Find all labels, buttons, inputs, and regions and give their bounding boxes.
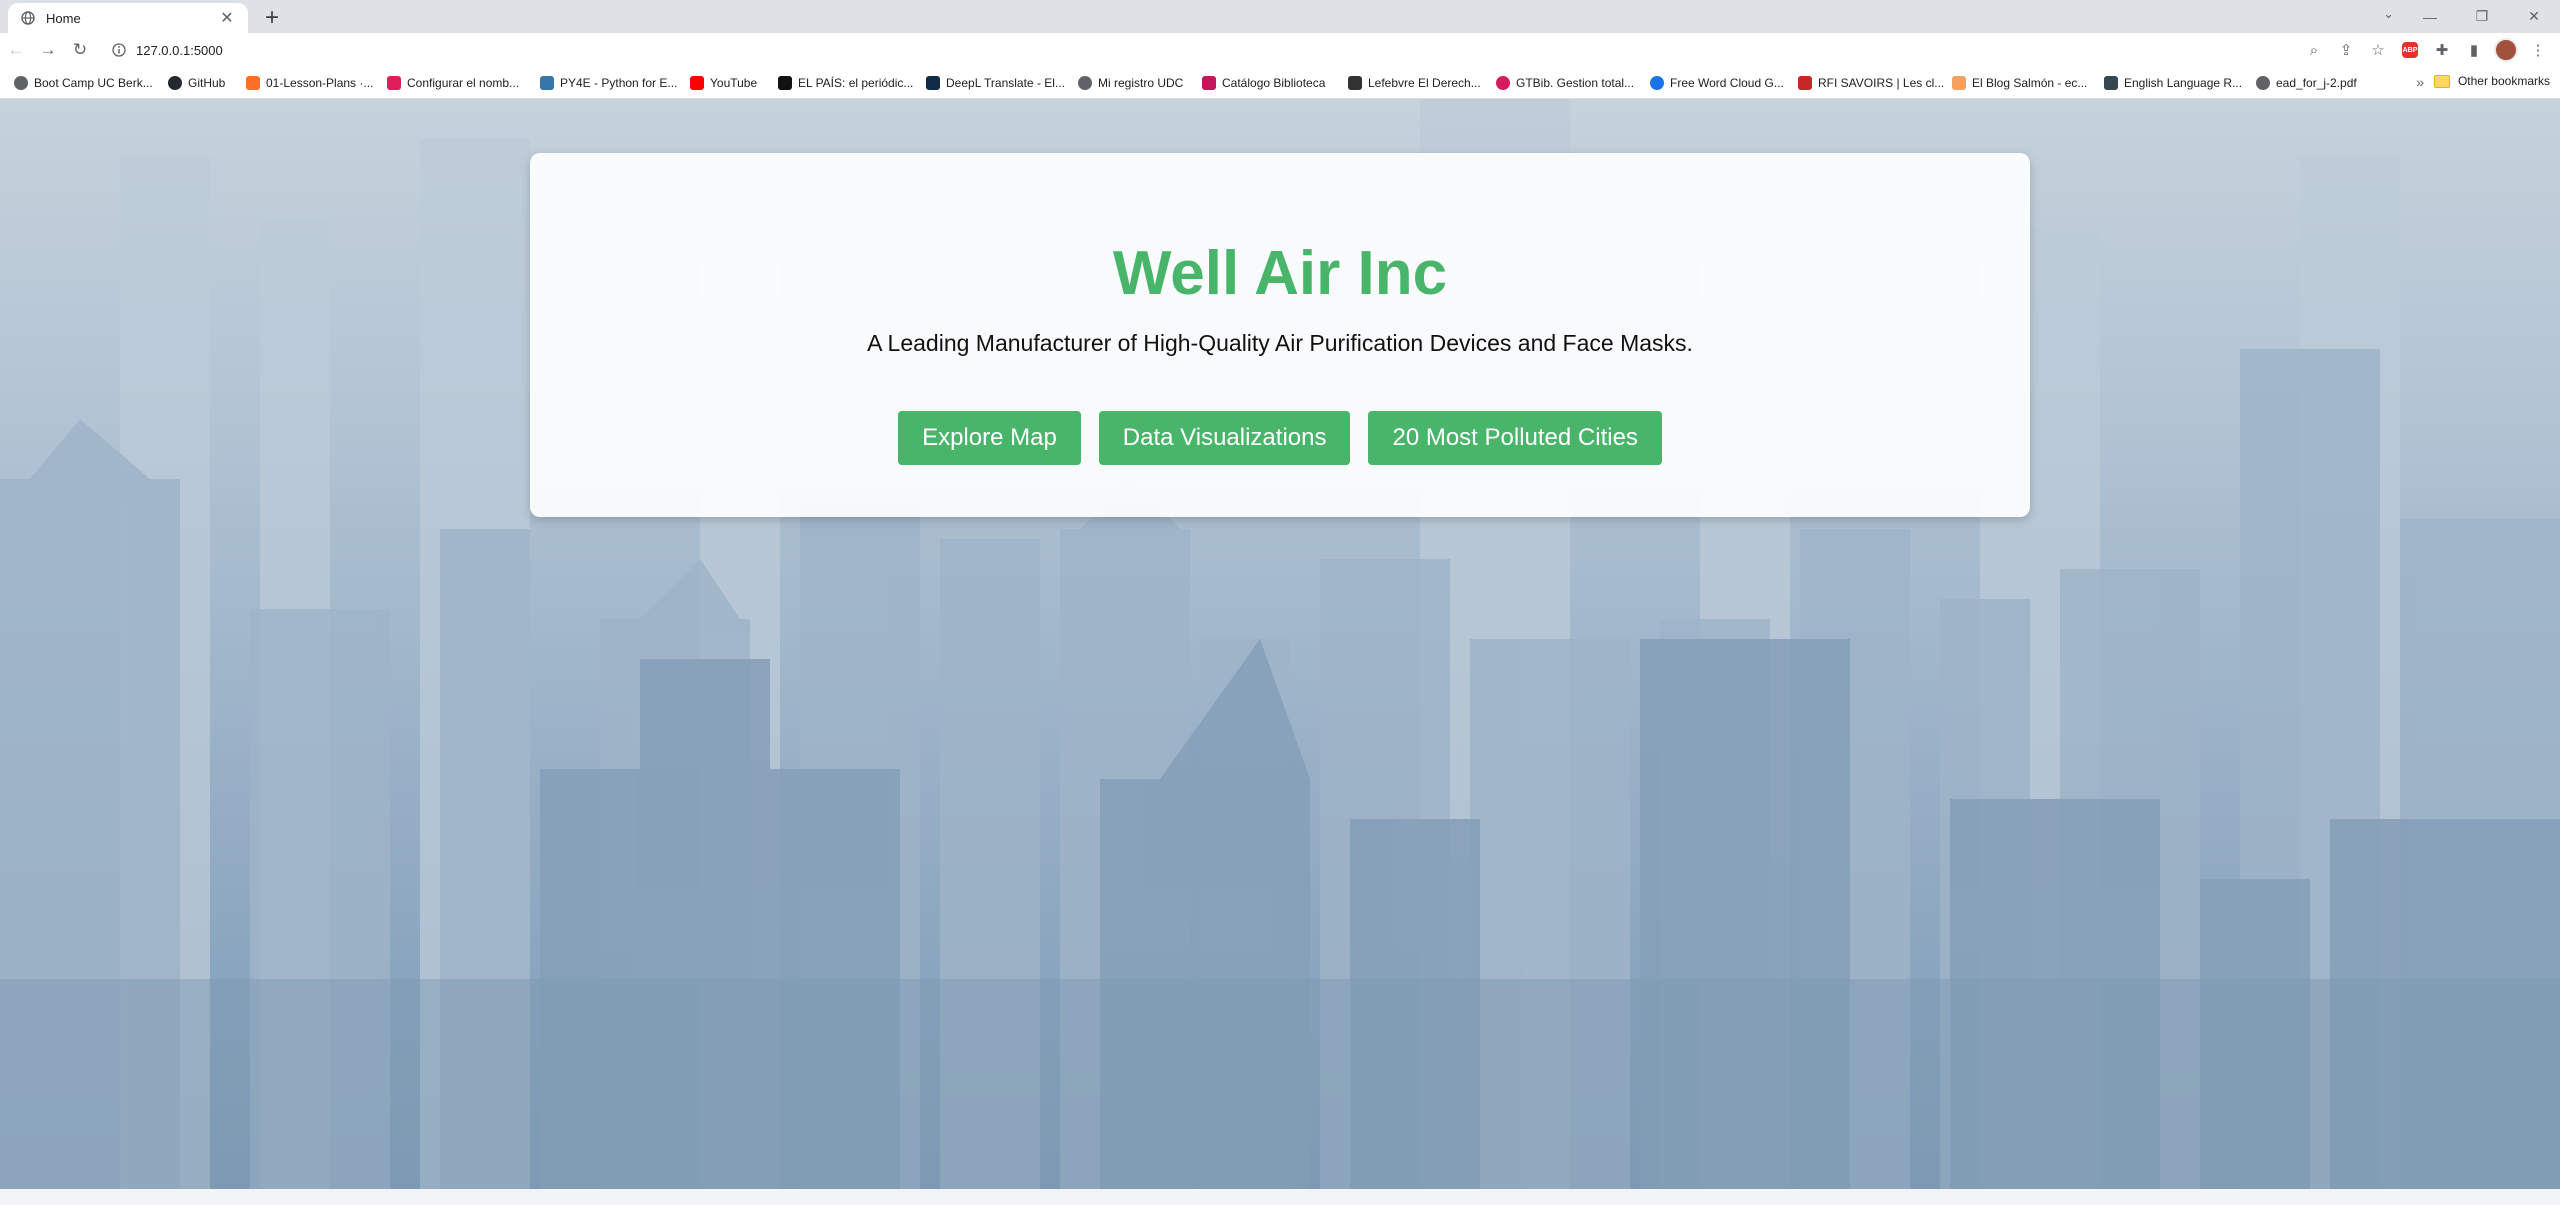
globe-icon	[2256, 76, 2270, 90]
extensions-icon[interactable]: ✚	[2428, 36, 2456, 64]
site-info-icon[interactable]	[108, 39, 130, 61]
adblock-extension-icon[interactable]: ABP	[2396, 36, 2424, 64]
bookmark-item[interactable]: Boot Camp UC Berk...	[14, 74, 153, 92]
page-subtitle: A Leading Manufacturer of High-Quality A…	[867, 330, 1693, 356]
bookmark-item[interactable]: English Language R...	[2104, 74, 2242, 92]
menu-icon[interactable]: ⋮	[2524, 36, 2552, 64]
globe-icon	[14, 76, 28, 90]
window-controls: — ❐ ✕	[2404, 0, 2560, 33]
tab-title: Home	[46, 10, 81, 26]
slack-icon	[387, 76, 401, 90]
wordcloud-icon	[1650, 76, 1664, 90]
globe-icon	[1078, 76, 1092, 90]
most-polluted-cities-button[interactable]: 20 Most Polluted Cities	[1368, 411, 1662, 465]
tab-search-icon[interactable]: ⌄	[2383, 6, 2394, 22]
more-bookmarks-icon[interactable]: »	[2416, 74, 2424, 90]
bookmark-item[interactable]: Free Word Cloud G...	[1650, 74, 1784, 92]
github-icon	[168, 76, 182, 90]
bookmark-item[interactable]: GitHub	[168, 74, 225, 92]
profile-avatar[interactable]	[2492, 36, 2520, 64]
bookmarks-bar: Boot Camp UC Berk... GitHub 01-Lesson-Pl…	[0, 67, 2560, 99]
bookmark-item[interactable]: Lefebvre El Derech...	[1348, 74, 1481, 92]
tab-home[interactable]: Home ✕	[8, 3, 248, 33]
hero-card: Well Air Inc A Leading Manufacturer of H…	[530, 153, 2030, 517]
url-text: 127.0.0.1:5000	[136, 42, 223, 58]
browser-toolbar: ← → ↻ 127.0.0.1:5000 ⌕ ⇪ ☆ ABP ✚ ▮ ⋮	[0, 33, 2560, 67]
blog-icon	[1952, 76, 1966, 90]
bookmark-star-icon[interactable]: ☆	[2364, 36, 2392, 64]
forward-button[interactable]: →	[32, 34, 64, 66]
action-buttons: Explore Map Data Visualizations 20 Most …	[530, 411, 2030, 465]
close-tab-icon[interactable]: ✕	[218, 8, 236, 28]
bookmark-item[interactable]: PY4E - Python for E...	[540, 74, 677, 92]
other-bookmarks-folder[interactable]: Other bookmarks	[2433, 74, 2550, 88]
elpais-icon	[778, 76, 792, 90]
gitlab-icon	[246, 76, 260, 90]
bookmark-item[interactable]: ead_for_j-2.pdf	[2256, 74, 2357, 92]
youtube-icon	[690, 76, 704, 90]
restore-icon[interactable]: ❐	[2456, 0, 2508, 33]
zoom-icon[interactable]: ⌕	[2300, 36, 2328, 64]
deepl-icon	[926, 76, 940, 90]
reload-button[interactable]: ↻	[64, 34, 96, 66]
new-tab-button[interactable]: +	[258, 4, 286, 32]
bookmark-item[interactable]: RFI SAVOIRS | Les cl...	[1798, 74, 1944, 92]
folder-icon	[2433, 74, 2450, 88]
bookmark-item[interactable]: Catálogo Biblioteca	[1202, 74, 1325, 92]
bookmark-item[interactable]: 01-Lesson-Plans ·...	[246, 74, 373, 92]
address-bar[interactable]: 127.0.0.1:5000	[108, 36, 2388, 64]
data-visualizations-button[interactable]: Data Visualizations	[1098, 411, 1351, 465]
gtbib-icon	[1496, 76, 1510, 90]
back-button[interactable]: ←	[0, 34, 32, 66]
close-window-icon[interactable]: ✕	[2508, 0, 2560, 33]
window-bottom-edge	[0, 1189, 2560, 1205]
page-background: Well Air Inc A Leading Manufacturer of H…	[0, 99, 2560, 1189]
share-icon[interactable]: ⇪	[2332, 36, 2360, 64]
toolbar-actions: ⌕ ⇪ ☆ ABP ✚ ▮ ⋮	[2300, 33, 2552, 67]
bookmark-item[interactable]: YouTube	[690, 74, 757, 92]
bookmark-item[interactable]: Configurar el nomb...	[387, 74, 519, 92]
bookmark-item[interactable]: Mi registro UDC	[1078, 74, 1183, 92]
rfi-icon	[1798, 76, 1812, 90]
globe-icon	[20, 10, 36, 26]
bookmark-item[interactable]: GTBib. Gestion total...	[1496, 74, 1634, 92]
side-panel-icon[interactable]: ▮	[2460, 36, 2488, 64]
page-title: Well Air Inc	[1112, 239, 1448, 308]
bookmark-item[interactable]: DeepL Translate - El...	[926, 74, 1065, 92]
explore-map-button[interactable]: Explore Map	[898, 411, 1081, 465]
bookmark-item[interactable]: El Blog Salmón - ec...	[1952, 74, 2087, 92]
lefebvre-icon	[1348, 76, 1362, 90]
minimize-icon[interactable]: —	[2404, 0, 2456, 33]
library-icon	[1202, 76, 1216, 90]
english-icon	[2104, 76, 2118, 90]
tab-strip: Home ✕ + ⌄ — ❐ ✕	[0, 0, 2560, 33]
python-icon	[540, 76, 554, 90]
bookmark-item[interactable]: EL PAÍS: el periódic...	[778, 74, 913, 92]
